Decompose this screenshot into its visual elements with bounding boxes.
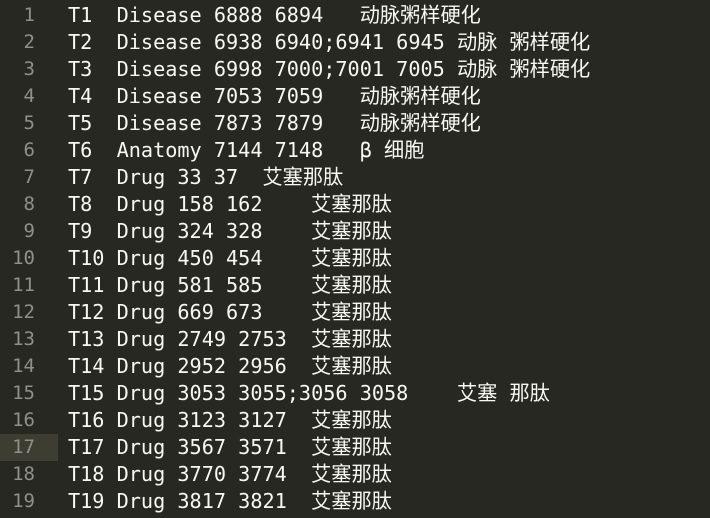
editor-line[interactable]: 10 T10 Drug 450 454 艾塞那肽: [0, 245, 710, 272]
line-content[interactable]: T1 Disease 6888 6894 动脉粥样硬化: [58, 2, 481, 29]
line-content[interactable]: T17 Drug 3567 3571 艾塞那肽: [58, 434, 392, 461]
line-content[interactable]: T10 Drug 450 454 艾塞那肽: [58, 245, 392, 272]
line-number: 18: [12, 463, 35, 485]
editor-line[interactable]: 18 T18 Drug 3770 3774 艾塞那肽: [0, 461, 710, 488]
line-number: 12: [12, 301, 35, 323]
line-number: 13: [12, 328, 35, 350]
line-number: 6: [23, 139, 35, 161]
editor-line[interactable]: 11 T11 Drug 581 585 艾塞那肽: [0, 272, 710, 299]
line-number: 16: [12, 409, 35, 431]
line-content[interactable]: T16 Drug 3123 3127 艾塞那肽: [58, 407, 392, 434]
line-number: 11: [12, 274, 35, 296]
line-content[interactable]: T7 Drug 33 37 艾塞那肽: [58, 164, 343, 191]
line-content[interactable]: T19 Drug 3817 3821 艾塞那肽: [58, 488, 392, 515]
line-number-current: 17: [0, 434, 58, 461]
line-number: 4: [23, 85, 35, 107]
line-content[interactable]: T4 Disease 7053 7059 动脉粥样硬化: [58, 83, 481, 110]
line-number: 7: [23, 166, 35, 188]
line-number: 1: [23, 4, 35, 26]
line-number: 2: [23, 31, 35, 53]
line-content[interactable]: T6 Anatomy 7144 7148 β 细胞: [58, 137, 424, 164]
line-number: 3: [23, 58, 35, 80]
editor-line[interactable]: 14 T14 Drug 2952 2956 艾塞那肽: [0, 353, 710, 380]
line-content[interactable]: T11 Drug 581 585 艾塞那肽: [58, 272, 392, 299]
line-content[interactable]: T15 Drug 3053 3055;3056 3058 艾塞 那肽: [58, 380, 550, 407]
editor-line[interactable]: 6 T6 Anatomy 7144 7148 β 细胞: [0, 137, 710, 164]
line-content[interactable]: T14 Drug 2952 2956 艾塞那肽: [58, 353, 392, 380]
editor-line[interactable]: 15 T15 Drug 3053 3055;3056 3058 艾塞 那肽: [0, 380, 710, 407]
editor-line[interactable]: 1 T1 Disease 6888 6894 动脉粥样硬化: [0, 2, 710, 29]
line-number: 19: [12, 490, 35, 512]
editor-line[interactable]: 5 T5 Disease 7873 7879 动脉粥样硬化: [0, 110, 710, 137]
line-content[interactable]: T3 Disease 6998 7000;7001 7005 动脉 粥样硬化: [58, 56, 590, 83]
editor-line-current[interactable]: 17 T17 Drug 3567 3571 艾塞那肽: [0, 434, 710, 461]
editor-line[interactable]: 3 T3 Disease 6998 7000;7001 7005 动脉 粥样硬化: [0, 56, 710, 83]
line-content[interactable]: T9 Drug 324 328 艾塞那肽: [58, 218, 392, 245]
editor-line[interactable]: 16 T16 Drug 3123 3127 艾塞那肽: [0, 407, 710, 434]
line-content[interactable]: T13 Drug 2749 2753 艾塞那肽: [58, 326, 392, 353]
editor-line[interactable]: 12 T12 Drug 669 673 艾塞那肽: [0, 299, 710, 326]
line-number: 10: [12, 247, 35, 269]
editor-line[interactable]: 8 T8 Drug 158 162 艾塞那肽: [0, 191, 710, 218]
line-content[interactable]: T8 Drug 158 162 艾塞那肽: [58, 191, 392, 218]
text-editor[interactable]: 1 T1 Disease 6888 6894 动脉粥样硬化 2 T2 Disea…: [0, 0, 710, 518]
line-number: 14: [12, 355, 35, 377]
line-number: 8: [23, 193, 35, 215]
line-number: 9: [23, 220, 35, 242]
editor-line[interactable]: 9 T9 Drug 324 328 艾塞那肽: [0, 218, 710, 245]
line-content[interactable]: T18 Drug 3770 3774 艾塞那肽: [58, 461, 392, 488]
line-number: 5: [23, 112, 35, 134]
editor-line[interactable]: 4 T4 Disease 7053 7059 动脉粥样硬化: [0, 83, 710, 110]
editor-line[interactable]: 19 T19 Drug 3817 3821 艾塞那肽: [0, 488, 710, 515]
editor-line[interactable]: 13 T13 Drug 2749 2753 艾塞那肽: [0, 326, 710, 353]
line-content[interactable]: T12 Drug 669 673 艾塞那肽: [58, 299, 392, 326]
line-content[interactable]: T5 Disease 7873 7879 动脉粥样硬化: [58, 110, 481, 137]
line-number: 15: [12, 382, 35, 404]
line-content[interactable]: T2 Disease 6938 6940;6941 6945 动脉 粥样硬化: [58, 29, 590, 56]
editor-line[interactable]: 7 T7 Drug 33 37 艾塞那肽: [0, 164, 710, 191]
editor-line[interactable]: 2 T2 Disease 6938 6940;6941 6945 动脉 粥样硬化: [0, 29, 710, 56]
